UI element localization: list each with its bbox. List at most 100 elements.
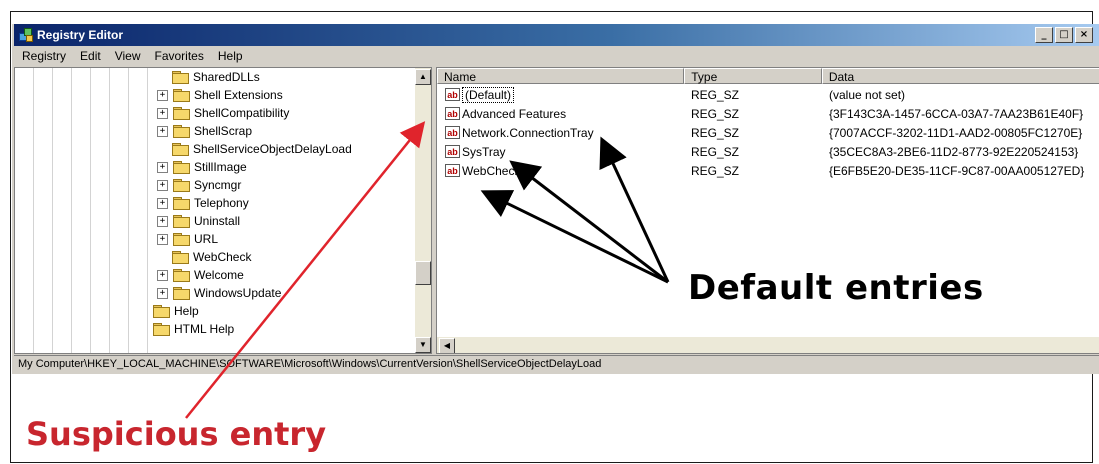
value-name: Network.ConnectionTray [462, 126, 594, 140]
tree-item[interactable]: + Telephony [157, 194, 249, 212]
folder-icon [173, 197, 190, 210]
menu-help[interactable]: Help [211, 49, 250, 63]
list-horizontal-scrollbar[interactable]: ◀ [437, 337, 1099, 353]
value-type: REG_SZ [691, 164, 740, 178]
tree-item[interactable]: + Syncmgr [157, 176, 241, 194]
menu-favorites[interactable]: Favorites [148, 49, 211, 63]
tree-item-label: WebCheck [193, 250, 252, 264]
string-value-icon: ab [445, 164, 460, 178]
folder-icon [173, 107, 190, 120]
tree-item-label: Help [174, 304, 199, 318]
tree-item[interactable]: + URL [157, 230, 218, 248]
folder-icon [173, 233, 190, 246]
string-value-icon: ab [445, 126, 460, 140]
value-row-suspicious[interactable]: ab Advanced Features REG_SZ {3F143C3A-145… [437, 105, 1099, 124]
tree-item-label: ShellCompatibility [194, 106, 290, 120]
minimize-button[interactable]: _ [1035, 27, 1053, 43]
window-controls: _ □ × [1035, 27, 1093, 43]
folder-icon [173, 269, 190, 282]
tree-item-label: ShellServiceObjectDelayLoad [193, 142, 352, 156]
expand-icon[interactable]: + [157, 197, 168, 209]
tree-item[interactable]: + Uninstall [157, 212, 240, 230]
folder-icon [172, 143, 189, 156]
value-data: {7007ACCF-3202-11D1-AAD2-00805FC1270E} [829, 126, 1083, 140]
tree-vertical-scrollbar[interactable]: ▲ ▼ [415, 68, 431, 353]
tree-item-label: Uninstall [194, 214, 241, 228]
value-data: {35CEC8A3-2BE6-11D2-8773-92E220524153} [829, 145, 1079, 159]
tree-item-label: ShellScrap [194, 124, 253, 138]
tree-item-label: Welcome [194, 268, 244, 282]
folder-icon [172, 251, 189, 264]
tree-item[interactable]: + WindowsUpdate [157, 284, 281, 302]
expand-icon[interactable]: + [157, 287, 168, 299]
folder-icon [153, 305, 170, 318]
values-list-pane[interactable]: Name Type Data ab (Default) REG_SZ (value… [436, 67, 1099, 354]
value-name: Advanced Features [462, 107, 567, 121]
tree-item-label: URL [194, 232, 219, 246]
scroll-up-arrow-icon[interactable]: ▲ [415, 69, 431, 85]
expand-icon[interactable]: + [157, 125, 168, 137]
tree-item[interactable]: SharedDLLs [157, 68, 260, 86]
tree-guide-lines [15, 68, 165, 353]
key-tree-pane[interactable]: SharedDLLs + Shell Extensions + ShellCom… [14, 67, 432, 354]
string-value-icon: ab [445, 88, 460, 102]
folder-icon [173, 179, 190, 192]
menu-view[interactable]: View [108, 49, 148, 63]
suspicious-entry-label: Suspicious entry [26, 415, 327, 453]
menu-registry[interactable]: Registry [14, 49, 73, 63]
value-row[interactable]: ab SysTray REG_SZ {35CEC8A3-2BE6-11D2-877… [437, 143, 1099, 162]
status-bar-path: My Computer\HKEY_LOCAL_MACHINE\SOFTWARE\… [14, 355, 1099, 373]
tree-item-label: WindowsUpdate [194, 286, 282, 300]
tree-item[interactable]: + ShellScrap [157, 122, 252, 140]
value-type: REG_SZ [691, 107, 740, 121]
window-title: Registry Editor [37, 28, 124, 42]
restore-button[interactable]: □ [1055, 27, 1073, 43]
close-button[interactable]: × [1075, 27, 1093, 43]
tree-item[interactable]: + Welcome [157, 266, 244, 284]
tree-item[interactable]: HTML Help [153, 320, 234, 338]
expand-icon[interactable]: + [157, 269, 168, 281]
tree-item-selected[interactable]: ShellServiceObjectDelayLoad [157, 140, 352, 158]
menu-edit[interactable]: Edit [73, 49, 108, 63]
value-type: REG_SZ [691, 145, 740, 159]
scroll-left-arrow-icon[interactable]: ◀ [439, 338, 455, 353]
value-row[interactable]: ab WebCheck REG_SZ {E6FB5E20-DE35-11CF-9C… [437, 162, 1099, 181]
column-header-type[interactable]: Type [684, 68, 822, 84]
menu-bar: Registry Edit View Favorites Help [14, 46, 1099, 66]
scroll-down-arrow-icon[interactable]: ▼ [415, 337, 431, 353]
value-name: WebCheck [462, 164, 521, 178]
column-header-name[interactable]: Name [437, 68, 685, 84]
registry-editor-window: Registry Editor _ □ × Registry Edit View… [12, 24, 1099, 374]
folder-icon [172, 71, 189, 84]
expand-icon[interactable]: + [157, 215, 168, 227]
string-value-icon: ab [445, 107, 460, 121]
tree-item-label: HTML Help [174, 322, 235, 336]
folder-icon [173, 287, 190, 300]
string-value-icon: ab [445, 145, 460, 159]
value-row[interactable]: ab Network.ConnectionTray REG_SZ {7007ACC… [437, 124, 1099, 143]
column-header-data[interactable]: Data [821, 68, 1099, 84]
title-bar[interactable]: Registry Editor _ □ × [14, 24, 1099, 46]
registry-editor-icon [19, 28, 33, 42]
folder-icon [173, 161, 190, 174]
value-data: (value not set) [829, 88, 906, 102]
tree-item[interactable]: Help [153, 302, 199, 320]
expand-icon[interactable]: + [157, 107, 168, 119]
expand-icon[interactable]: + [157, 233, 168, 245]
scroll-thumb[interactable] [415, 261, 431, 285]
expand-icon[interactable]: + [157, 161, 168, 173]
tree-item[interactable]: + ShellCompatibility [157, 104, 289, 122]
value-row[interactable]: ab (Default) REG_SZ (value not set) [437, 86, 1099, 105]
value-data: {3F143C3A-1457-6CCA-03A7-7AA23B61E40F} [829, 107, 1084, 121]
folder-icon [173, 215, 190, 228]
value-type: REG_SZ [691, 126, 740, 140]
tree-item[interactable]: WebCheck [157, 248, 251, 266]
tree-item[interactable]: + Shell Extensions [157, 86, 283, 104]
tree-item-label: Shell Extensions [194, 88, 283, 102]
expand-icon[interactable]: + [157, 89, 168, 101]
expand-icon[interactable]: + [157, 179, 168, 191]
value-type: REG_SZ [691, 88, 740, 102]
tree-item-label: Telephony [194, 196, 249, 210]
value-name: (Default) [462, 87, 515, 103]
tree-item[interactable]: + StillImage [157, 158, 247, 176]
